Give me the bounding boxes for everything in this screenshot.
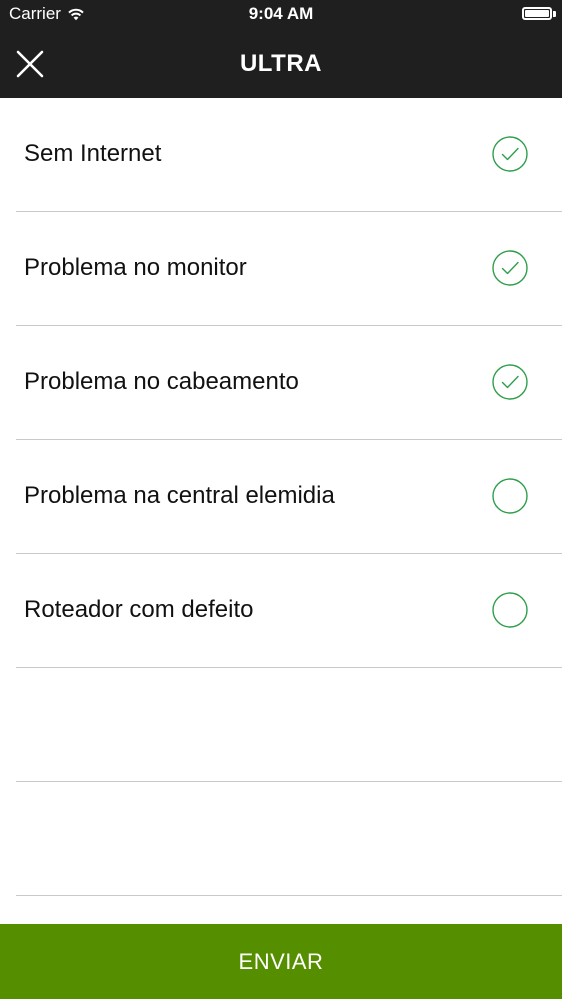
option-label: Problema no cabeamento	[24, 368, 299, 395]
option-row-problema-na-central-elemidia[interactable]: Problema na central elemidia	[0, 440, 562, 554]
empty-row	[0, 668, 562, 782]
battery-icon	[522, 7, 552, 20]
page-title: ULTRA	[239, 50, 323, 77]
battery-fill	[525, 10, 549, 17]
option-label: Problema na central elemidia	[24, 482, 335, 509]
checked-circle-icon	[492, 364, 528, 400]
option-row-problema-no-monitor[interactable]: Problema no monitor	[0, 212, 562, 326]
empty-row	[0, 782, 562, 896]
top-bar: Carrier 9:04 AM ULTRA	[0, 0, 562, 98]
status-time: 9:04 AM	[248, 4, 314, 23]
checked-circle-icon	[492, 136, 528, 172]
status-bar: Carrier 9:04 AM	[0, 0, 562, 30]
checked-circle-icon	[492, 250, 528, 286]
options-list: Sem Internet Problema no monitor Problem…	[0, 98, 562, 896]
option-row-problema-no-cabeamento[interactable]: Problema no cabeamento	[0, 326, 562, 440]
option-label: Sem Internet	[24, 140, 162, 167]
nav-bar: ULTRA	[0, 30, 562, 98]
battery-tip	[553, 11, 556, 17]
option-row-roteador-com-defeito[interactable]: Roteador com defeito	[0, 554, 562, 668]
unchecked-circle-icon	[492, 478, 528, 514]
option-label: Roteador com defeito	[24, 596, 254, 623]
submit-button[interactable]: ENVIAR	[0, 924, 562, 999]
option-row-sem-internet[interactable]: Sem Internet	[0, 98, 562, 212]
option-label: Problema no monitor	[24, 254, 247, 281]
divider	[16, 895, 562, 896]
unchecked-circle-icon	[492, 592, 528, 628]
